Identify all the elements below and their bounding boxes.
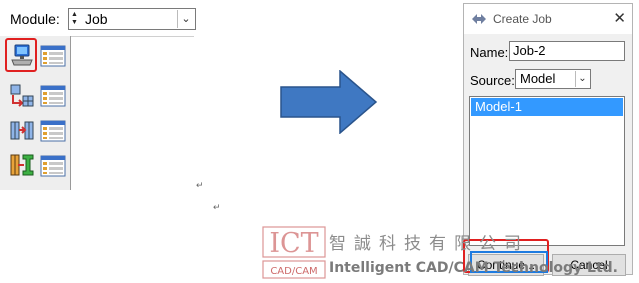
chevron-down-icon[interactable]: ⌄	[177, 10, 194, 28]
name-input[interactable]: Job-2	[509, 41, 625, 61]
manager-list-icon	[40, 155, 66, 177]
create-coexecution-button[interactable]	[9, 118, 35, 144]
module-bar: Module: ▲ ▼ Job ⌄	[6, 8, 196, 32]
adaptivity-manager-button[interactable]	[40, 85, 66, 111]
create-job-highlight	[5, 38, 37, 72]
abaqus-logo-icon	[472, 14, 486, 24]
close-icon[interactable]: ✕	[613, 9, 626, 27]
spin-down-icon[interactable]: ▼	[71, 19, 80, 27]
coexecution-manager-button[interactable]	[40, 120, 66, 146]
source-label: Source:	[470, 73, 515, 88]
manager-list-icon	[40, 45, 66, 67]
list-item[interactable]: Model-1	[471, 98, 623, 116]
optimization-manager-button[interactable]	[40, 155, 66, 181]
ict-logo-text: ICT	[269, 228, 318, 259]
toolbox-border	[70, 36, 71, 190]
ict-logo: ICT CAD/CAM	[262, 226, 326, 279]
ict-logo-subtext: CAD/CAM	[270, 266, 317, 277]
job-manager-button[interactable]	[40, 45, 66, 71]
create-adaptivity-process-button[interactable]	[9, 83, 35, 109]
chevron-down-icon[interactable]: ⌄	[575, 71, 589, 87]
source-select[interactable]: Model ⌄	[515, 69, 591, 89]
paragraph-mark-icon: ↵	[196, 180, 204, 190]
manager-list-icon	[40, 120, 66, 142]
module-label: Module:	[10, 11, 60, 27]
company-name-chinese: 智誠科技有限公司	[329, 234, 529, 254]
create-optimization-process-button[interactable]	[9, 152, 35, 178]
spin-up-icon[interactable]: ▲	[71, 11, 80, 19]
source-value: Model	[520, 71, 556, 86]
flow-arrow-icon	[280, 70, 378, 134]
adaptivity-icon	[10, 84, 34, 107]
module-select[interactable]: ▲ ▼ Job ⌄	[68, 8, 196, 30]
manager-list-icon	[40, 85, 66, 107]
optimization-icon	[10, 154, 34, 176]
module-spin-arrows[interactable]: ▲ ▼	[71, 11, 80, 27]
company-name-english: Intelligent CAD/CAM Technology Ltd.	[329, 260, 618, 276]
name-label: Name:	[470, 45, 509, 60]
model-list[interactable]: Model-1	[469, 96, 625, 246]
paragraph-mark-icon: ↵	[213, 202, 221, 212]
coexecution-icon	[10, 121, 34, 140]
dialog-title: Create Job	[493, 12, 552, 26]
module-value: Job	[85, 11, 108, 27]
